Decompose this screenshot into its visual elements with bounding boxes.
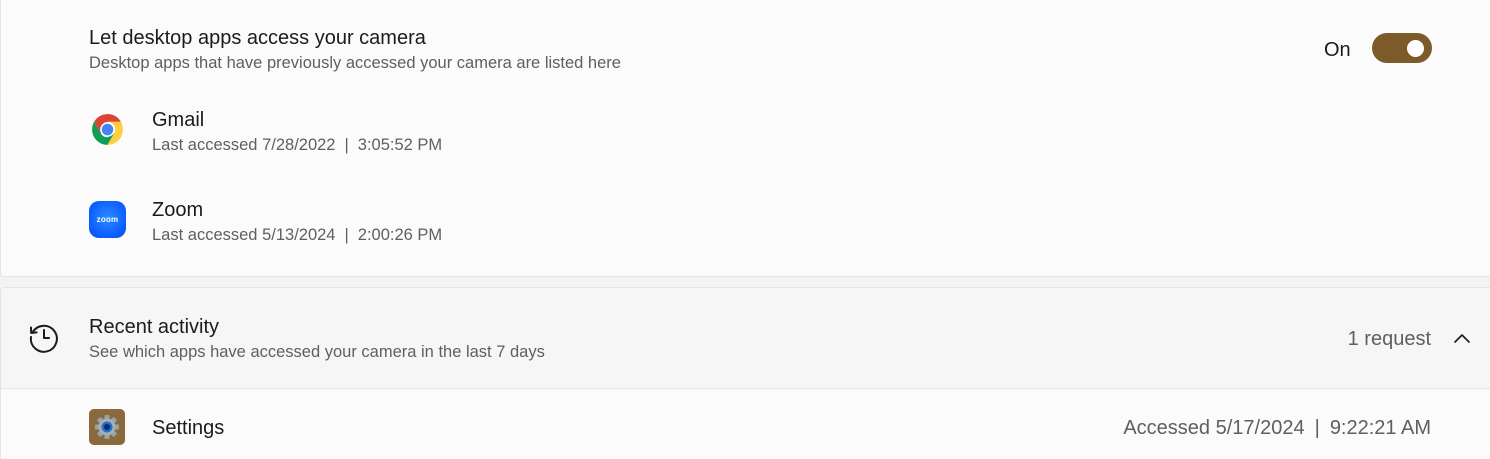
accessed-date: 7/28/2022 <box>262 136 336 154</box>
app-name-zoom: Zoom <box>152 199 204 221</box>
accessed-time: 9:22:21 AM <box>1329 417 1431 439</box>
desktop-apps-description: Desktop apps that have previously access… <box>89 54 621 72</box>
separator: | <box>1314 417 1320 439</box>
accessed-time: 3:05:52 PM <box>357 136 443 154</box>
desktop-apps-camera-toggle[interactable] <box>1372 33 1432 63</box>
chevron-up-icon[interactable] <box>1452 331 1472 345</box>
toggle-state-label: On <box>1324 39 1351 61</box>
accessed-prefix: Last accessed <box>152 136 258 154</box>
app-last-accessed-zoom: Last accessed 5/13/2024 | 2:00:26 PM <box>152 224 442 246</box>
separator: | <box>344 226 349 244</box>
zoom-icon-text: zoom <box>96 215 119 224</box>
history-icon <box>29 324 58 353</box>
chrome-icon <box>92 114 123 145</box>
accessed-date: 5/17/2024 <box>1215 417 1305 439</box>
recent-activity-description: See which apps have accessed your camera… <box>89 343 545 361</box>
recent-activity-count: 1 request <box>1347 328 1431 350</box>
desktop-apps-title: Let desktop apps access your camera <box>89 27 426 49</box>
app-name-gmail: Gmail <box>152 109 205 131</box>
accessed-date: 5/13/2024 <box>262 226 336 244</box>
recent-item-name-settings: Settings <box>152 417 225 439</box>
toggle-knob <box>1407 40 1424 57</box>
zoom-icon: zoom <box>89 201 126 238</box>
recent-activity-title: Recent activity <box>89 316 220 338</box>
settings-gear-icon <box>89 409 125 445</box>
app-last-accessed-gmail: Last accessed 7/28/2022 | 3:05:52 PM <box>152 134 442 156</box>
recent-activity-expander[interactable] <box>0 287 1490 389</box>
recent-item-accessed-settings: Accessed 5/17/2024 | 9:22:21 AM <box>1123 415 1431 441</box>
accessed-prefix: Accessed <box>1123 417 1211 439</box>
accessed-prefix: Last accessed <box>152 226 258 244</box>
accessed-time: 2:00:26 PM <box>357 226 443 244</box>
separator: | <box>344 136 349 154</box>
